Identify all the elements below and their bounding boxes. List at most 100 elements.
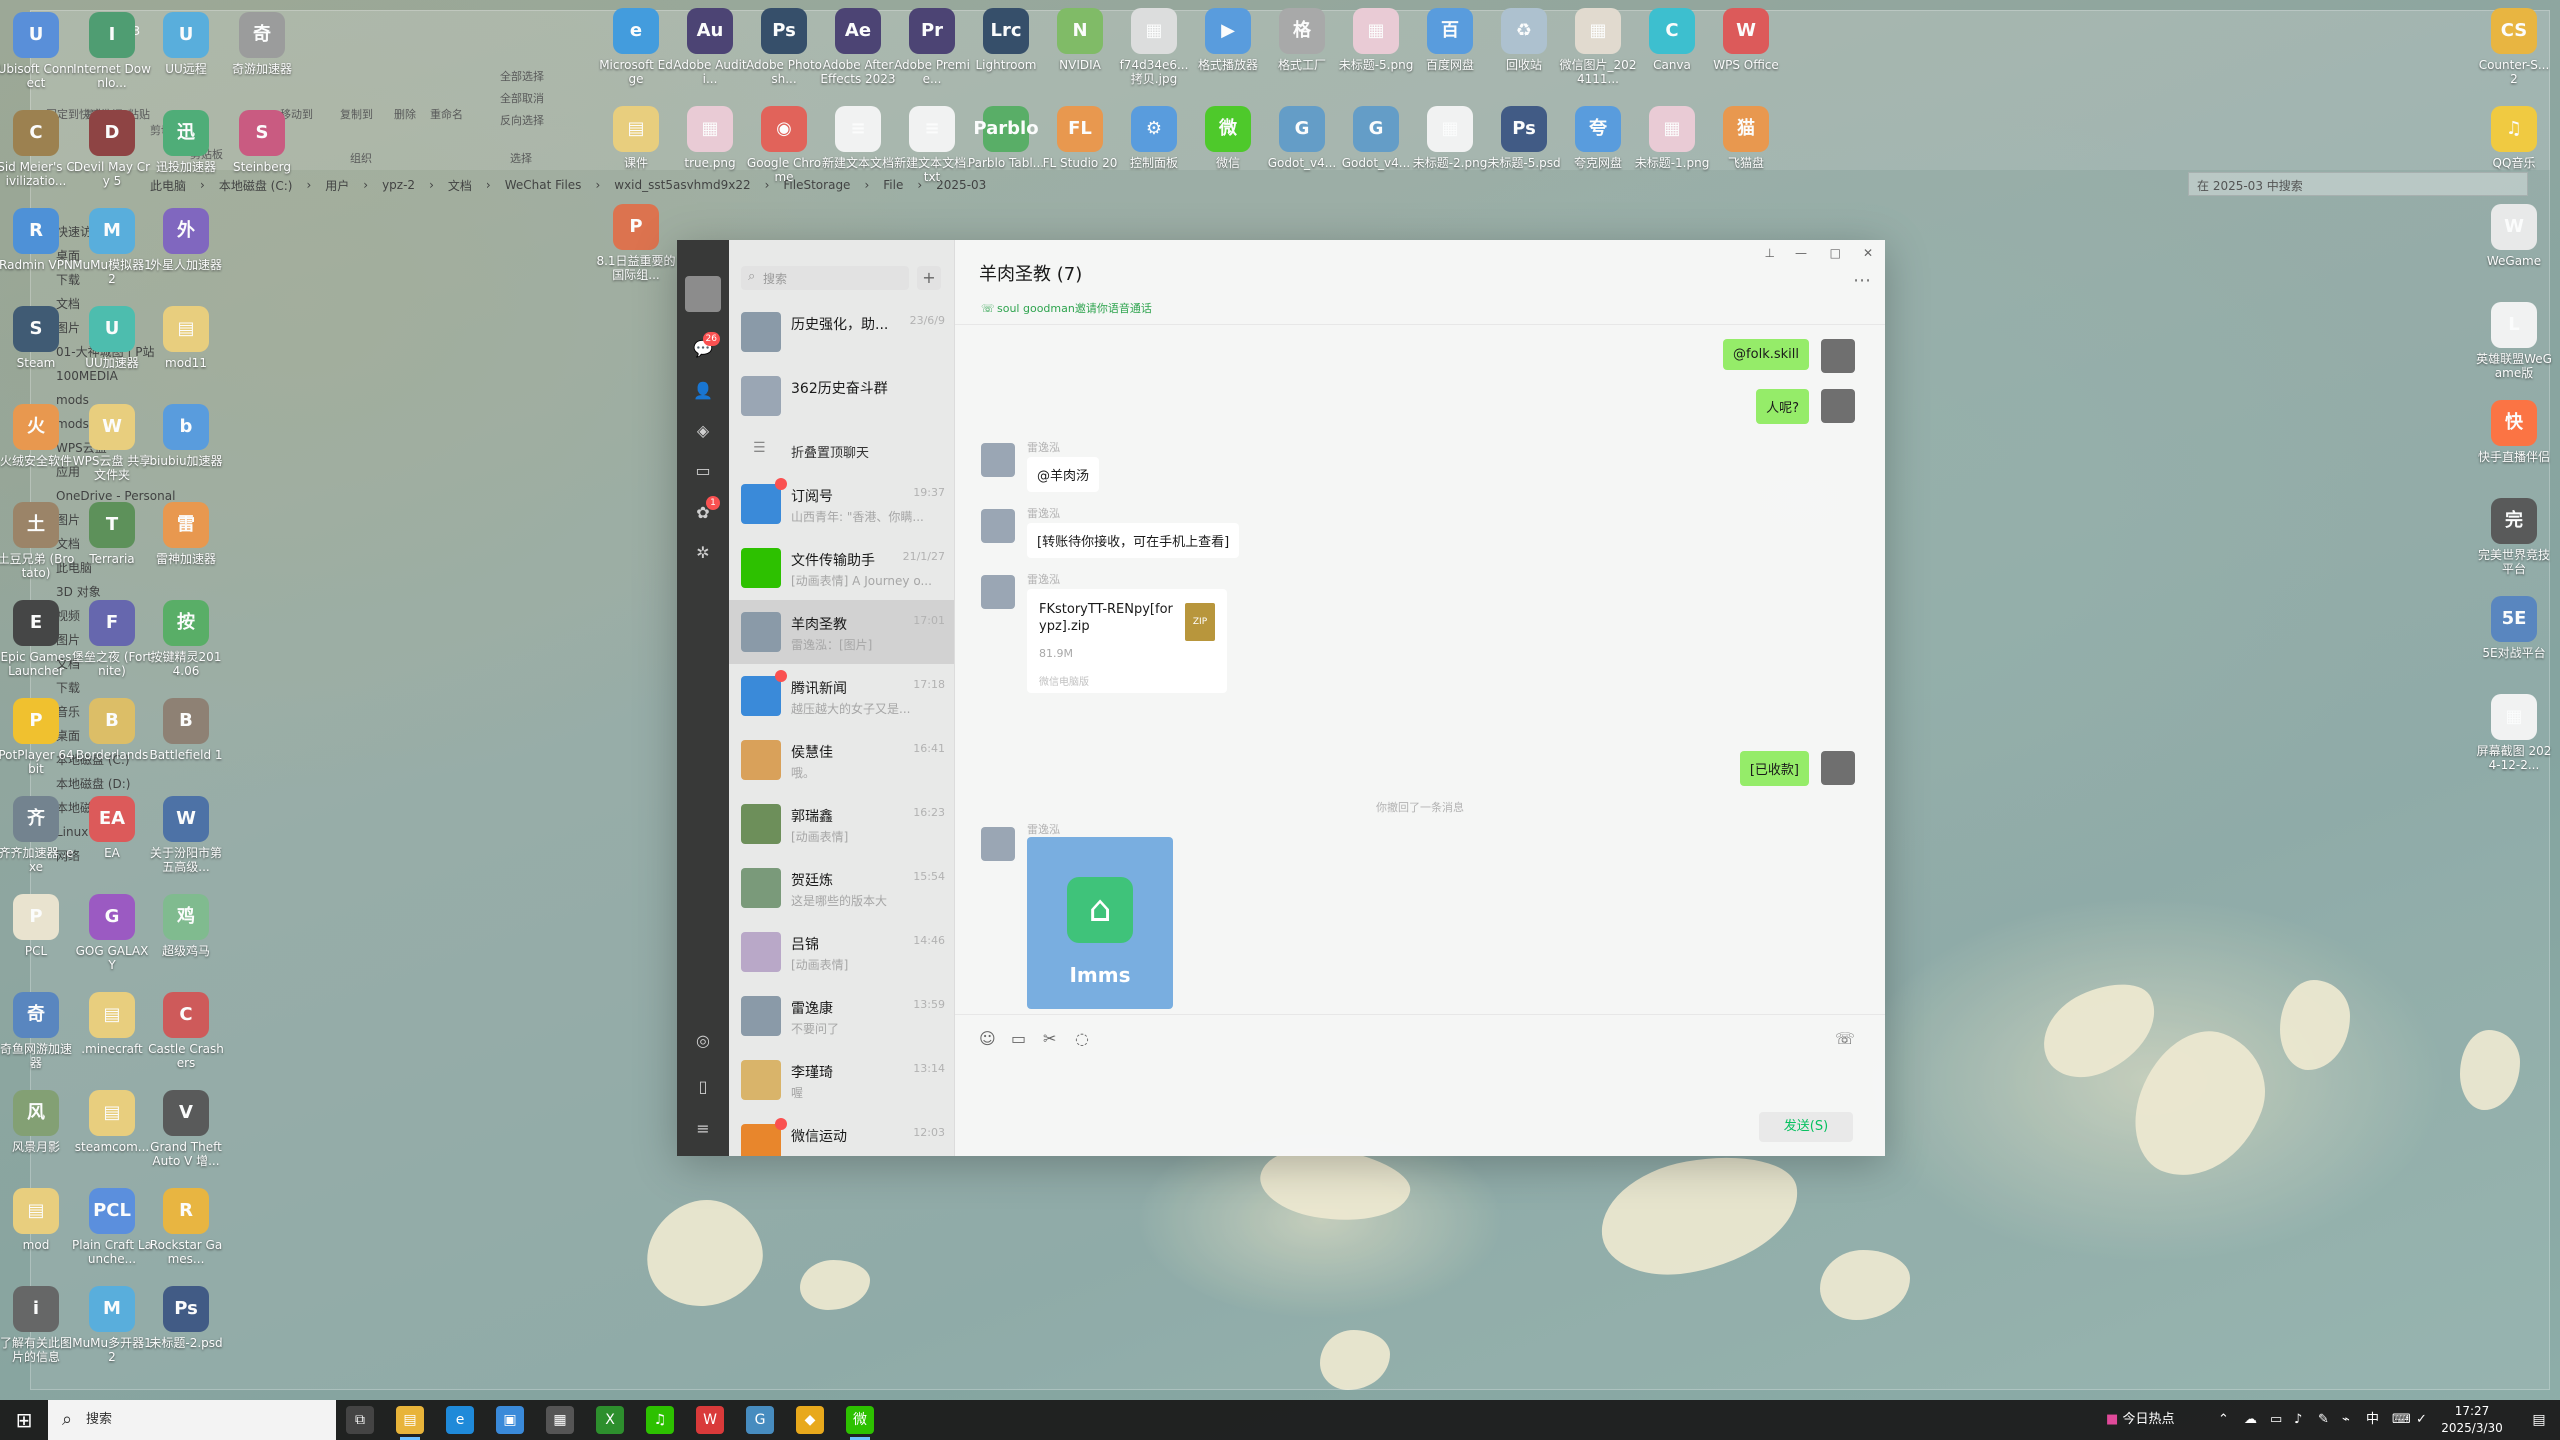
desktop-icon[interactable]: ▤ mod11 (146, 306, 226, 370)
desktop-icon[interactable]: V Grand Theft Auto V 增... (146, 1090, 226, 1168)
desktop-icon[interactable]: B Battlefield 1 (146, 698, 226, 762)
desktop-icon[interactable]: 雷雷神加速器 (146, 502, 226, 566)
taskbar-search-input[interactable]: 搜索 (48, 1400, 336, 1440)
nav-tree-item[interactable]: 下载 (56, 676, 196, 700)
desktop-icon[interactable]: T Terraria (72, 502, 152, 566)
breadcrumb-segment[interactable]: ypz-2 (382, 178, 415, 192)
desktop-icon[interactable]: Au Adobe Auditi... (670, 8, 750, 86)
desktop-icon[interactable]: C Sid Meier's Civilizatio... (0, 110, 76, 188)
copy-to-button[interactable]: 复制到 (340, 106, 373, 122)
desktop-icon[interactable]: 迅迅投加速器 (146, 110, 226, 174)
desktop-icon[interactable]: CS Counter-S... 2 (2474, 8, 2554, 86)
desktop-icon[interactable]: M MuMu多开器12 (72, 1286, 152, 1364)
desktop-icon[interactable]: ▦ f74d34e6...拷贝.jpg (1114, 8, 1194, 86)
desktop-icon[interactable]: 微微信 (1188, 106, 1268, 170)
select-all-button[interactable]: 全部选择 (500, 68, 544, 84)
ime-icon[interactable]: 中 (2366, 1400, 2379, 1440)
chat-list-item[interactable]: 郭瑞鑫 16:23 [动画表情] (729, 792, 954, 856)
breadcrumb-segment[interactable]: 本地磁盘 (C:) (219, 177, 293, 194)
my-avatar[interactable] (1821, 751, 1855, 785)
breadcrumb-segment[interactable]: 用户 (325, 177, 349, 194)
desktop-icon[interactable]: L 英雄联盟WeGame版 (2474, 302, 2554, 380)
folder-icon[interactable]: ▭ (1011, 1029, 1026, 1048)
usb-icon[interactable]: ⌁ (2342, 1400, 2350, 1440)
emoji-icon[interactable]: ☺ (979, 1029, 996, 1048)
shield-icon[interactable]: ◆ (796, 1406, 824, 1434)
chat-list-item[interactable]: 侯慧佳 16:41 哦。 (729, 728, 954, 792)
chat-history-icon[interactable]: ◌ (1075, 1029, 1089, 1048)
scissors-icon[interactable]: ✂ (1043, 1029, 1056, 1048)
wechat-icon[interactable]: 微 (846, 1406, 874, 1440)
keyboard-icon[interactable]: ⌨ (2392, 1400, 2411, 1440)
xbox-icon[interactable]: X (596, 1406, 624, 1434)
desktop-icon[interactable]: Pr Adobe Premie... (892, 8, 972, 86)
wps-icon[interactable]: W (696, 1406, 724, 1434)
desktop-icon[interactable]: P PotPlayer 64 bit (0, 698, 76, 776)
desktop-icon[interactable]: C Castle Crashers (146, 992, 226, 1070)
delete-button[interactable]: 删除 (394, 106, 416, 122)
contacts-icon[interactable]: 👤 (692, 380, 714, 402)
rename-button[interactable]: 重命名 (430, 106, 463, 122)
desktop-icon[interactable]: 百百度网盘 (1410, 8, 1490, 72)
desktop-icon[interactable]: ▤ .minecraft (72, 992, 152, 1056)
message-input-area[interactable]: ☺ ▭ ✂ ◌ ☏ 发送(S) (955, 1014, 1885, 1156)
chat-list-item[interactable]: 吕锦 14:46 [动画表情] (729, 920, 954, 984)
chats-icon[interactable]: 💬 26 (692, 332, 720, 360)
desktop-icon[interactable]: 土土豆兄弟 (Brotato) (0, 502, 76, 580)
qq-music-icon[interactable]: ♫ (646, 1406, 674, 1434)
folded-pinned-chats[interactable]: ☰ 折叠置顶聊天 (729, 428, 954, 472)
desktop-icon[interactable]: ▤ 课件 (596, 106, 676, 170)
desktop-icon[interactable]: W WeGame (2474, 204, 2554, 268)
desktop-icon[interactable]: G Godot_v4... (1336, 106, 1416, 170)
message-bubble[interactable]: 人呢? (1756, 389, 1809, 424)
desktop-icon[interactable]: 外外星人加速器 (146, 208, 226, 272)
desktop-icon[interactable]: ▦ 微信图片_2024111... (1558, 8, 1638, 86)
chat-list-item[interactable]: 订阅号 19:37 山西青年: "香港、你瞒... (729, 472, 954, 536)
desktop-icon[interactable]: W WPS云盘 共享文件夹 (72, 404, 152, 482)
desktop-icon[interactable]: G GOG GALAXY (72, 894, 152, 972)
desktop-icon[interactable]: P 8.1日益重要的国际组... (596, 204, 676, 282)
mini-programs-icon[interactable]: ◎ (692, 1030, 714, 1052)
desktop-icon[interactable]: 格格式工厂 (1262, 8, 1342, 72)
explorer-search-input[interactable]: 在 2025-03 中搜索 (2188, 172, 2528, 196)
desktop-icon[interactable]: ▦ 屏幕截图 2024-12-2... (2474, 694, 2554, 772)
desktop-icon[interactable]: 鸡超级鸡马 (146, 894, 226, 958)
chat-list-item[interactable]: 贺廷炼 15:54 这是哪些的版本大 (729, 856, 954, 920)
desktop-icon[interactable]: P PCL (0, 894, 76, 958)
select-none-button[interactable]: 全部取消 (500, 90, 544, 106)
sender-avatar[interactable] (981, 509, 1015, 543)
sender-avatar[interactable] (981, 443, 1015, 477)
send-button[interactable]: 发送(S) (1759, 1112, 1853, 1142)
widget-news[interactable]: ■ 今日热点 (2106, 1400, 2174, 1440)
volume-icon[interactable]: ♪ (2294, 1400, 2302, 1440)
desktop-icon[interactable]: ▦ 未标题-2.png (1410, 106, 1490, 170)
phone-icon[interactable]: ▯ (692, 1076, 714, 1098)
desktop-icon[interactable]: ▶ 格式播放器 (1188, 8, 1268, 72)
breadcrumb-segment[interactable]: WeChat Files (505, 178, 582, 192)
desktop-icon[interactable]: G Godot_v4... (1262, 106, 1342, 170)
desktop-icon[interactable]: W 关于汾阳市第五高级... (146, 796, 226, 874)
desktop-icon[interactable]: i 了解有关此图片的信息 (0, 1286, 76, 1364)
chat-search-input[interactable]: 搜索 (741, 266, 909, 290)
voice-call-notice[interactable]: soul goodman邀请你语音通话 (979, 298, 1219, 320)
network-icon[interactable]: ▭ (2270, 1400, 2282, 1440)
task-view-icon[interactable]: ⧉ (346, 1406, 374, 1434)
desktop-icon[interactable]: 完完美世界竞技平台 (2474, 498, 2554, 576)
close-button[interactable]: ✕ (1863, 246, 1873, 260)
desktop-icon[interactable]: 奇奇游加速器 (222, 12, 302, 76)
my-avatar[interactable] (1821, 389, 1855, 423)
desktop-icon[interactable]: U UU远程 (146, 12, 226, 76)
desktop-icon[interactable]: ▤ mod (0, 1188, 76, 1252)
store-icon[interactable]: ▣ (496, 1406, 524, 1434)
desktop-icon[interactable]: ▦ 未标题-1.png (1632, 106, 1712, 170)
desktop-icon[interactable]: ♻ 回收站 (1484, 8, 1564, 72)
breadcrumb-segment[interactable]: 文档 (448, 177, 472, 194)
chat-list-item[interactable]: 羊肉圣教 17:01 雷逸泓：[图片] (729, 600, 954, 664)
desktop-icon[interactable]: Lrc Lightroom (966, 8, 1046, 72)
security-icon[interactable]: ✓ (2416, 1400, 2427, 1440)
desktop-icon[interactable]: ≡ 新建文本文档 (818, 106, 898, 170)
start-chat-button[interactable]: + (917, 266, 941, 290)
chat-list-item[interactable]: 历史强化，助... 23/6/9 (729, 300, 954, 364)
desktop-icon[interactable]: 风风景月影 (0, 1090, 76, 1154)
desktop-icon[interactable]: ▦ true.png (670, 106, 750, 170)
